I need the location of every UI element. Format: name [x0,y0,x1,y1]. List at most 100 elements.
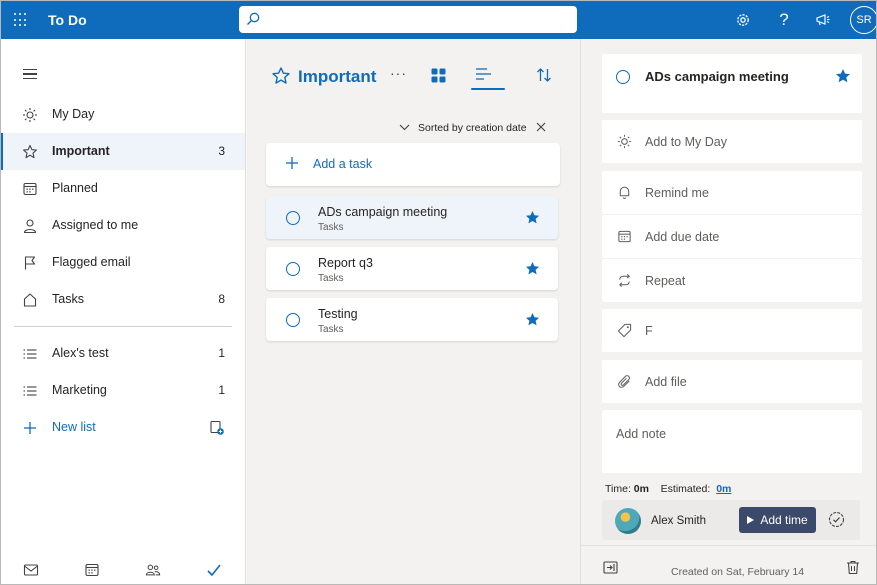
sun-icon [22,107,38,123]
sidebar-item-planned[interactable]: Planned [1,170,245,207]
add-to-my-day-button[interactable]: Add to My Day [602,120,862,163]
sidebar-item-tasks[interactable]: Tasks 8 [1,281,245,318]
sidebar: My Day Important 3 Planned Assigned to m… [1,39,246,584]
sidebar-item-label: Assigned to me [52,218,139,232]
paperclip-icon [616,373,632,389]
category-button[interactable]: F [602,309,862,352]
sidebar-divider [14,326,232,327]
sidebar-item-label: Alex's test [52,346,109,360]
complete-task-checkbox[interactable] [286,262,300,276]
list-title[interactable]: Important [298,67,376,87]
repeat-button[interactable]: Repeat [602,259,862,302]
sidebar-item-count: 1 [218,346,225,360]
tag-icon [616,322,632,338]
remind-me-button[interactable]: Remind me [602,171,862,214]
task-title: Report q3 [318,256,373,270]
detail-footer: Created on Sat, February 14 [581,545,876,584]
search-icon [247,12,260,25]
hide-detail-icon[interactable] [603,561,618,577]
time-tracker: Alex Smith Add time [602,500,860,540]
calendar-icon [616,228,632,244]
remind-me-label: Remind me [645,186,709,200]
calendar-icon [22,181,38,197]
star-filled-icon[interactable] [525,261,540,279]
chevron-down-icon[interactable] [399,122,410,134]
complete-task-checkbox[interactable] [616,70,630,84]
complete-task-checkbox[interactable] [286,211,300,225]
app-title[interactable]: To Do [48,12,87,28]
star-icon [22,144,38,160]
add-to-my-day-label: Add to My Day [645,135,727,149]
sort-label: Sorted by creation date [418,122,527,134]
todo-check-icon[interactable] [206,562,222,578]
mail-icon[interactable] [23,562,39,578]
list-view-icon[interactable] [475,67,493,86]
gear-icon[interactable] [734,11,752,29]
add-time-label: Add time [760,513,808,527]
sidebar-item-assigned-to-me[interactable]: Assigned to me [1,207,245,244]
flag-icon [22,255,38,271]
megaphone-icon[interactable] [814,11,832,29]
active-view-indicator [471,88,505,90]
play-icon [747,516,755,524]
search-input[interactable] [265,9,570,30]
estimated-link[interactable]: 0m [716,483,731,495]
waffle-icon[interactable] [14,13,28,27]
help-icon[interactable]: ? [775,10,793,29]
person-icon [22,218,38,234]
close-icon[interactable] [536,122,546,135]
user-name: Alex Smith [651,515,706,527]
add-due-date-button[interactable]: Add due date [602,215,862,258]
complete-task-checkbox[interactable] [286,313,300,327]
sidebar-item-important[interactable]: Important 3 [1,133,245,170]
new-list-button[interactable]: New list [1,409,245,446]
task-title: Testing [318,307,358,321]
trash-icon[interactable] [846,560,860,578]
add-task-label: Add a task [313,157,373,171]
sidebar-item-label: Tasks [52,292,84,306]
time-summary: Time: 0m Estimated: 0m [605,483,731,495]
add-file-button[interactable]: Add file [602,360,862,403]
sidebar-item-label: My Day [52,107,95,121]
add-task-input[interactable]: Add a task [266,143,560,186]
created-date: Created on Sat, February 14 [671,566,805,578]
bell-icon [616,184,632,200]
sidebar-item-marketing[interactable]: Marketing 1 [1,372,245,409]
people-icon[interactable] [145,562,161,578]
search-box[interactable] [239,6,577,33]
list-icon [22,383,38,399]
add-due-date-label: Add due date [645,230,720,244]
more-options-button[interactable]: ··· [390,65,407,81]
star-filled-icon[interactable] [525,312,540,330]
sidebar-item-label: Marketing [52,383,107,397]
calendar-app-icon[interactable] [84,562,100,578]
task-item[interactable]: Testing Tasks [266,298,558,341]
check-circle-icon[interactable] [828,511,845,531]
repeat-label: Repeat [645,274,686,288]
add-time-button[interactable]: Add time [739,507,816,533]
detail-task-title[interactable]: ADs campaign meeting [645,69,789,84]
sort-icon[interactable] [536,67,552,86]
sidebar-item-flagged-email[interactable]: Flagged email [1,244,245,281]
add-note-placeholder: Add note [616,427,667,441]
task-item[interactable]: Report q3 Tasks [266,247,558,290]
sidebar-item-alexs-test[interactable]: Alex's test 1 [1,335,245,372]
new-group-icon[interactable] [209,420,225,436]
app-window: To Do ? SR My Day Important 3 Planned As… [0,0,877,585]
add-note-field[interactable]: Add note [602,410,862,473]
plus-icon [285,156,299,173]
star-filled-icon[interactable] [525,210,540,228]
app-switcher-bar [1,550,245,584]
avatar[interactable]: SR [850,6,876,34]
category-label: F [645,324,653,338]
task-list-name: Tasks [318,273,344,284]
task-item[interactable]: ADs campaign meeting Tasks [266,196,558,239]
grid-view-icon[interactable] [431,68,446,86]
star-filled-icon[interactable] [835,68,851,87]
sidebar-item-count: 1 [218,383,225,397]
home-icon [22,292,38,308]
task-title: ADs campaign meeting [318,205,448,219]
sidebar-item-count: 8 [218,292,225,306]
sidebar-item-my-day[interactable]: My Day [1,96,245,133]
hamburger-menu-icon[interactable] [23,69,37,80]
